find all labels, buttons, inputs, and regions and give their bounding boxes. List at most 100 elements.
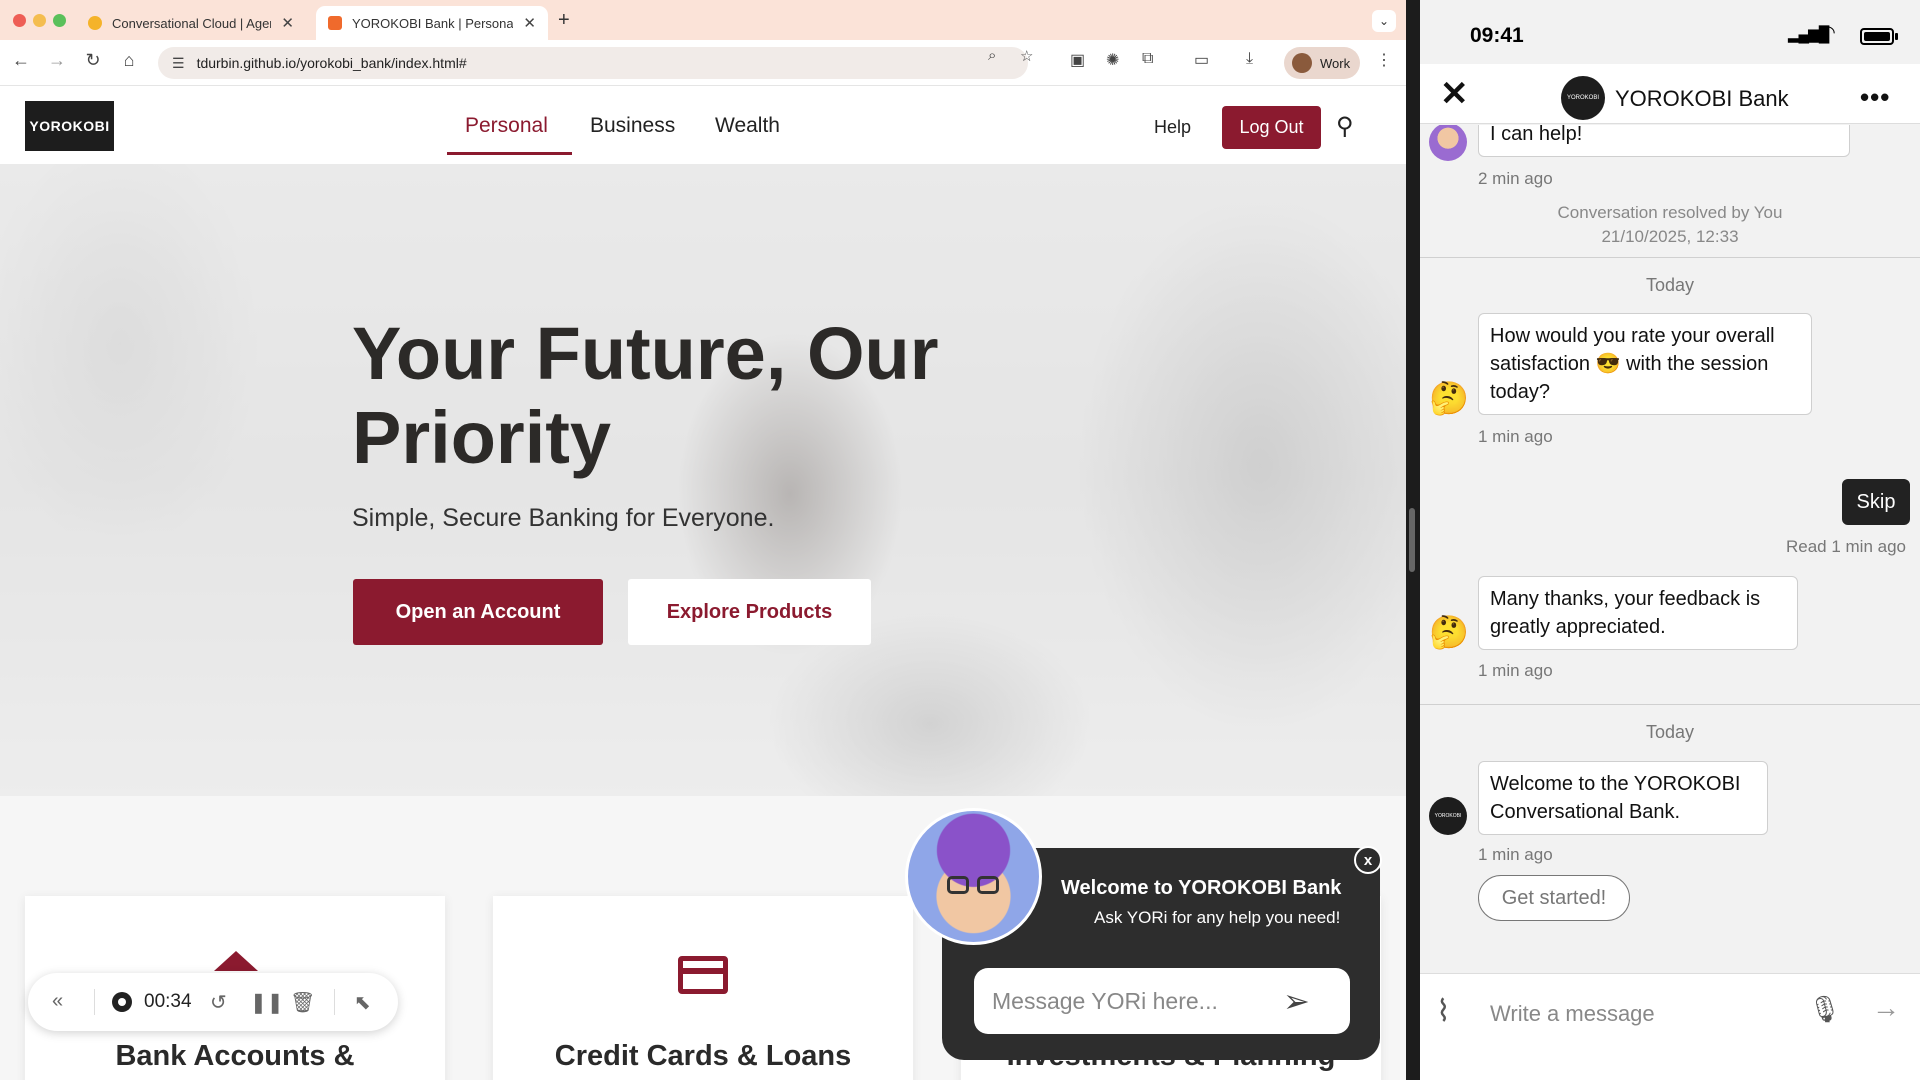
message-timestamp: 2 min ago [1478, 169, 1553, 188]
active-nav-underline [447, 152, 572, 155]
explore-products-button[interactable]: Explore Products [628, 579, 871, 645]
yori-welcome-subtitle: Ask YORi for any help you need! [1094, 908, 1341, 927]
yori-avatar-glasses [977, 876, 999, 894]
site-logo[interactable]: YOROKOBI [25, 101, 114, 151]
close-window-button[interactable] [13, 14, 26, 27]
maximize-window-button[interactable] [53, 14, 66, 27]
collapse-chevrons-icon[interactable]: « [52, 990, 63, 1013]
yori-close-button[interactable]: x [1354, 846, 1382, 874]
minimize-window-button[interactable] [33, 14, 46, 27]
separator-line [1420, 704, 1920, 705]
send-icon[interactable]: ➢ [1283, 982, 1310, 1020]
browser-menu-icon[interactable]: ⋮ [1376, 50, 1392, 70]
tab-search-button[interactable]: ⌄ [1372, 10, 1396, 32]
downloads-icon[interactable]: ⤓ [1246, 50, 1253, 68]
day-separator: Today [1645, 275, 1695, 295]
battery-icon [1860, 28, 1894, 45]
nav-help[interactable]: Help [1154, 117, 1191, 138]
read-receipt: Read 1 min ago [1785, 537, 1906, 556]
browser-toolbar: ← → ↻ ⌂ ☰ tdurbin.github.io/yorokobi_ban… [0, 40, 1406, 86]
resolved-notice: Conversation resolved by You [1557, 203, 1783, 222]
new-tab-button[interactable]: + [558, 9, 570, 32]
tab-label: YOROKOBI Bank | Personal B [352, 15, 514, 31]
resize-handle[interactable] [1409, 508, 1415, 572]
message-timestamp: 1 min ago [1478, 845, 1553, 864]
battery-tip [1895, 33, 1898, 40]
user-message: Skip [1842, 479, 1910, 525]
message-timestamp: 1 min ago [1478, 661, 1553, 680]
microphone-icon[interactable]: 🎙 [1808, 994, 1841, 1025]
thinking-face-avatar-icon: 🤔 [1429, 380, 1469, 416]
agent-message: How would you rate your overall satisfac… [1478, 313, 1812, 415]
yorokobi-favicon-icon [328, 16, 342, 30]
send-icon[interactable]: → [1872, 992, 1900, 1024]
back-button[interactable]: ← [8, 50, 34, 71]
hero-image [0, 164, 1406, 796]
hero-subtitle: Simple, Secure Banking for Everyone. [352, 504, 775, 532]
reload-button[interactable]: ↻ [80, 50, 106, 71]
zoom-icon[interactable]: ⌕ [988, 47, 996, 64]
wifi-icon: ◠ [1820, 22, 1836, 42]
yori-avatar [905, 808, 1042, 945]
close-icon[interactable]: ✕ [1440, 74, 1469, 114]
yori-avatar [1429, 125, 1467, 161]
credit-card-stripe [678, 968, 728, 974]
day-separator: Today [1645, 722, 1695, 742]
tab-yorokobi-bank[interactable]: YOROKOBI Bank | Personal B ✕ [316, 6, 548, 40]
cast-icon[interactable]: ▭ [1194, 50, 1209, 70]
bookmark-star-icon[interactable]: ☆ [1020, 47, 1033, 65]
chat-composer: ⌇ 🎙 → [1420, 973, 1920, 1080]
logout-button[interactable]: Log Out [1222, 106, 1321, 149]
message-input[interactable] [1490, 992, 1790, 1036]
product-card-title: Credit Cards & Loans [554, 1040, 852, 1072]
close-tab-icon[interactable]: ✕ [523, 14, 536, 32]
agent-message: Many thanks, your feedback is greatly ap… [1478, 576, 1798, 650]
profile-label: Work [1320, 55, 1351, 71]
pause-icon[interactable]: ❚❚ [250, 990, 284, 1015]
extensions-puzzle-icon[interactable]: ⧉ [1142, 50, 1153, 68]
extension-gear-icon[interactable]: ✺ [1106, 50, 1119, 70]
status-time: 09:41 [1470, 24, 1524, 47]
extension-caption-icon[interactable]: ▣ [1070, 50, 1085, 70]
address-bar[interactable]: ☰ tdurbin.github.io/yorokobi_bank/index.… [158, 47, 1028, 79]
pointer-icon[interactable]: ⬉ [354, 990, 371, 1015]
agent-message: I can help! [1478, 125, 1850, 157]
tab-conversational-cloud[interactable]: Conversational Cloud | Agent ✕ [76, 6, 306, 40]
message-timestamp: 1 min ago [1478, 427, 1553, 446]
open-account-button[interactable]: Open an Account [353, 579, 603, 645]
record-indicator-center [118, 998, 126, 1006]
delete-icon[interactable]: 🗑 [290, 990, 315, 1015]
browser-window: Conversational Cloud | Agent ✕ YOROKOBI … [0, 0, 1406, 1080]
attachment-icon[interactable]: ⌇ [1436, 994, 1451, 1029]
divider [334, 989, 335, 1015]
brand-avatar: YOROKOBI [1561, 76, 1605, 120]
yori-welcome-title: Welcome to YOROKOBI Bank [1061, 877, 1342, 899]
close-tab-icon[interactable]: ✕ [281, 14, 294, 32]
search-icon[interactable]: ⚲ [1336, 112, 1354, 141]
tab-label: Conversational Cloud | Agent [112, 15, 272, 31]
product-card-title: Bank Accounts & [115, 1040, 355, 1072]
more-options-icon[interactable]: ••• [1860, 82, 1890, 113]
screen-recorder-bar: « 00:34 ↺ ❚❚ 🗑 ⬉ [28, 973, 398, 1031]
nav-personal[interactable]: Personal [465, 114, 548, 138]
battery-level [1864, 32, 1890, 41]
recording-time: 00:34 [144, 991, 192, 1012]
chat-transcript: I can help! 2 min ago Conversation resol… [1420, 125, 1920, 973]
site-header: YOROKOBI Personal Business Wealth Help L… [0, 86, 1406, 164]
credit-card-icon [678, 956, 728, 994]
home-button[interactable]: ⌂ [116, 50, 142, 71]
brand-avatar: YOROKOBI [1429, 797, 1467, 835]
nav-business[interactable]: Business [590, 114, 675, 138]
forward-button[interactable]: → [44, 50, 70, 71]
chat-title: YOROKOBI Bank [1615, 86, 1789, 111]
conversational-cloud-favicon-icon [88, 16, 102, 30]
quick-reply-get-started[interactable]: Get started! [1478, 875, 1630, 921]
divider [94, 989, 95, 1015]
site-info-icon[interactable]: ☰ [172, 55, 185, 72]
hero-section: Your Future, Our Priority Simple, Secure… [0, 164, 1406, 796]
tab-bar: Conversational Cloud | Agent ✕ YOROKOBI … [0, 0, 1406, 40]
profile-button[interactable]: Work [1284, 47, 1360, 79]
nav-wealth[interactable]: Wealth [715, 114, 780, 138]
restart-icon[interactable]: ↺ [210, 990, 227, 1015]
mobile-chat-window: 09:41 ▂▄▆█ ◠ ✕ YOROKOBI YOROKOBI Bank ••… [1420, 0, 1920, 1080]
